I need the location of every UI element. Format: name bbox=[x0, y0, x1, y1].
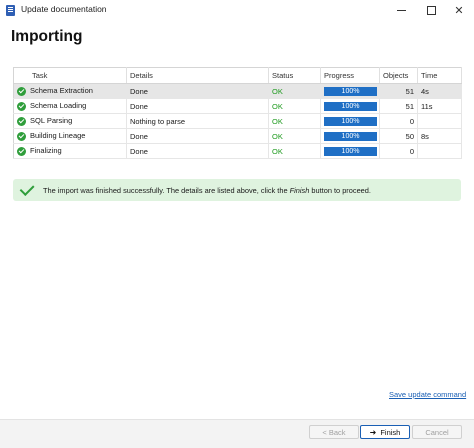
minimize-icon bbox=[396, 9, 406, 11]
task-name: SQL Parsing bbox=[30, 116, 73, 126]
page-title: Importing bbox=[11, 28, 83, 45]
task-cell: SQL Parsing bbox=[13, 113, 127, 129]
column-header-details[interactable]: Details bbox=[126, 67, 269, 84]
check-circle-icon bbox=[17, 146, 26, 156]
table-row[interactable]: Schema Loading Done OK 100% 51 11s bbox=[13, 98, 462, 114]
objects-cell: 51 bbox=[379, 98, 418, 114]
table-row[interactable]: SQL Parsing Nothing to parse OK 100% 0 bbox=[13, 113, 462, 129]
close-button[interactable]: ✕ bbox=[444, 0, 474, 20]
task-name: Schema Extraction bbox=[30, 86, 93, 96]
task-name: Schema Loading bbox=[30, 101, 87, 111]
time-cell: 4s bbox=[417, 83, 462, 99]
check-circle-icon bbox=[17, 131, 26, 141]
details-cell: Done bbox=[126, 98, 269, 114]
column-header-objects[interactable]: Objects bbox=[379, 67, 418, 84]
status-cell: OK bbox=[268, 98, 321, 114]
window-title: Update documentation bbox=[21, 4, 107, 14]
task-cell: Building Lineage bbox=[13, 128, 127, 144]
task-name: Finalizing bbox=[30, 146, 62, 156]
progress-label: 100% bbox=[341, 147, 360, 155]
close-icon: ✕ bbox=[454, 4, 464, 17]
progress-label: 100% bbox=[341, 102, 360, 110]
task-table: Task Details Status Progress Objects Tim… bbox=[13, 67, 462, 159]
success-message: The import was finished successfully. Th… bbox=[13, 179, 461, 201]
task-cell: Schema Loading bbox=[13, 98, 127, 114]
progress-cell: 100% bbox=[320, 98, 380, 114]
progress-bar: 100% bbox=[324, 146, 377, 156]
objects-cell: 51 bbox=[379, 83, 418, 99]
task-cell: Schema Extraction bbox=[13, 83, 127, 99]
status-cell: OK bbox=[268, 128, 321, 144]
progress-cell: 100% bbox=[320, 83, 380, 99]
checkmark-icon bbox=[19, 181, 35, 197]
progress-label: 100% bbox=[341, 87, 360, 95]
objects-cell: 50 bbox=[379, 128, 418, 144]
progress-label: 100% bbox=[341, 132, 360, 140]
progress-bar: 100% bbox=[324, 101, 377, 111]
finish-arrow-icon: ➜ bbox=[369, 427, 377, 437]
save-update-command-link[interactable]: Save update command bbox=[389, 390, 466, 399]
check-circle-icon bbox=[17, 116, 26, 126]
column-header-progress[interactable]: Progress bbox=[320, 67, 380, 84]
status-cell: OK bbox=[268, 113, 321, 129]
table-row[interactable]: Building Lineage Done OK 100% 50 8s bbox=[13, 128, 462, 144]
progress-bar: 100% bbox=[324, 131, 377, 141]
column-header-status[interactable]: Status bbox=[268, 67, 321, 84]
title-bar: Update documentation ✕ bbox=[0, 0, 474, 20]
time-cell: 11s bbox=[417, 98, 462, 114]
back-button[interactable]: < Back bbox=[309, 425, 359, 439]
progress-cell: 100% bbox=[320, 143, 380, 159]
details-cell: Done bbox=[126, 83, 269, 99]
time-cell: 8s bbox=[417, 128, 462, 144]
details-cell: Nothing to parse bbox=[126, 113, 269, 129]
cancel-button[interactable]: Cancel bbox=[412, 425, 462, 439]
success-text: The import was finished successfully. Th… bbox=[43, 185, 371, 195]
task-name: Building Lineage bbox=[30, 131, 86, 141]
progress-cell: 100% bbox=[320, 128, 380, 144]
check-circle-icon bbox=[17, 86, 26, 96]
progress-cell: 100% bbox=[320, 113, 380, 129]
progress-bar: 100% bbox=[324, 116, 377, 126]
app-icon bbox=[6, 5, 15, 16]
progress-label: 100% bbox=[341, 117, 360, 125]
table-row[interactable]: Schema Extraction Done OK 100% 51 4s bbox=[13, 83, 462, 99]
column-header-task[interactable]: Task bbox=[13, 67, 127, 84]
status-cell: OK bbox=[268, 143, 321, 159]
column-header-time[interactable]: Time bbox=[417, 67, 462, 84]
objects-cell: 0 bbox=[379, 113, 418, 129]
maximize-icon bbox=[426, 5, 436, 15]
check-circle-icon bbox=[17, 101, 26, 111]
progress-bar: 100% bbox=[324, 86, 377, 96]
table-row[interactable]: Finalizing Done OK 100% 0 bbox=[13, 143, 462, 159]
details-cell: Done bbox=[126, 143, 269, 159]
time-cell bbox=[417, 143, 462, 159]
time-cell bbox=[417, 113, 462, 129]
maximize-button[interactable] bbox=[416, 0, 446, 20]
details-cell: Done bbox=[126, 128, 269, 144]
minimize-button[interactable] bbox=[386, 0, 416, 20]
objects-cell: 0 bbox=[379, 143, 418, 159]
table-header: Task Details Status Progress Objects Tim… bbox=[13, 67, 462, 84]
finish-label: Finish bbox=[380, 427, 401, 437]
status-cell: OK bbox=[268, 83, 321, 99]
finish-button[interactable]: ➜ Finish bbox=[360, 425, 410, 439]
task-cell: Finalizing bbox=[13, 143, 127, 159]
